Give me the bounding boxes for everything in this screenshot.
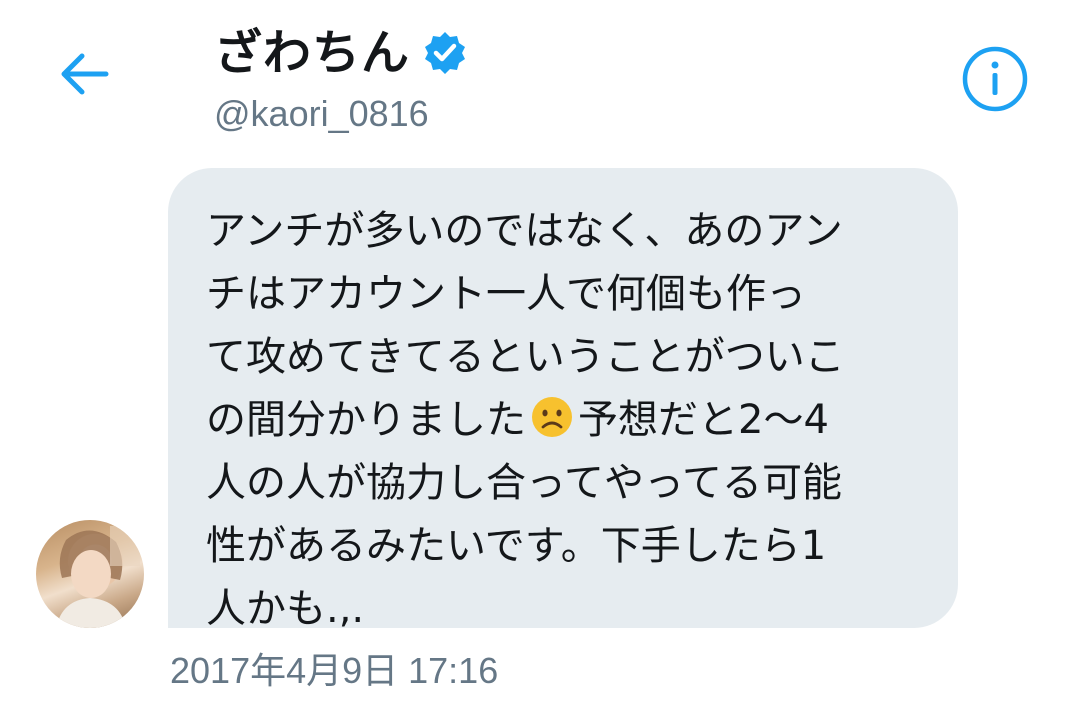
arrow-left-icon [61, 53, 109, 95]
message-segment: の間分かりました [206, 397, 526, 443]
avatar-photo [56, 526, 140, 628]
back-button[interactable] [52, 42, 116, 106]
sender-avatar[interactable] [36, 520, 144, 628]
message-line: 人かも.,. [206, 586, 365, 632]
dm-conversation-screen: ざわちん @kaori_0816 アンチが多いのではなく、あのアン チはアカウン… [0, 0, 1080, 720]
info-button[interactable] [960, 44, 1030, 114]
message-line: チはアカウント一人で何個も作っ [206, 271, 806, 317]
conversation-header: ざわちん @kaori_0816 [214, 20, 468, 136]
message-bubble[interactable]: アンチが多いのではなく、あのアン チはアカウント一人で何個も作っ て攻めてきてる… [168, 168, 958, 632]
frowning-face-emoji-icon [530, 395, 574, 439]
message-line-with-emoji: の間分かりました 予想だと2〜4 [206, 389, 928, 452]
message-line: アンチが多いのではなく、あのアン [206, 208, 843, 254]
display-name: ざわちん [214, 25, 411, 81]
info-circle-icon [962, 46, 1028, 112]
verified-badge-icon [422, 30, 468, 76]
message-segment: 予想だと2〜4 [578, 397, 829, 443]
message-line: て攻めてきてるということがついこ [206, 334, 845, 380]
display-name-row: ざわちん [214, 20, 468, 86]
message-line: 性があるみたいです。下手したら1 [206, 523, 827, 569]
message-timestamp: 2017年4月9日 17:16 [170, 650, 499, 691]
message-line: 人の人が協力し合ってやってる可能 [206, 460, 842, 506]
user-handle: @kaori_0816 [214, 93, 429, 134]
